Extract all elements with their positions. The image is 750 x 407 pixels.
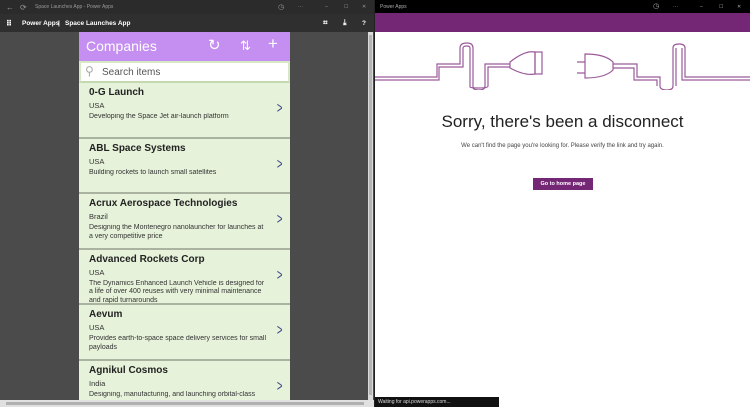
brand: Power Apps: [22, 19, 60, 27]
company-country: USA: [89, 101, 105, 110]
error-heading: Sorry, there's been a disconnect: [441, 112, 684, 131]
search-input[interactable]: ⚲ Search items: [79, 61, 290, 83]
brand-bar: [375, 13, 750, 32]
chevron-right-icon[interactable]: >: [277, 267, 283, 285]
window-title: Power Apps: [380, 4, 407, 10]
refresh-icon[interactable]: ⟳: [20, 3, 27, 12]
company-name: Advanced Rockets Corp: [89, 253, 205, 265]
company-name: Acrux Aerospace Technologies: [89, 198, 238, 209]
app-name: Space Launches App: [65, 19, 131, 27]
window-title: Space Launches App - Power Apps: [35, 4, 114, 10]
list-item[interactable]: 0-G Launch USA Developing the Space Jet …: [79, 83, 290, 139]
list-item[interactable]: Aevum USA Provides earth-to-space space …: [79, 305, 290, 361]
company-country: USA: [89, 267, 105, 277]
chevron-right-icon[interactable]: >: [277, 156, 283, 174]
header: Companies ↻ ⇅ +: [79, 32, 290, 61]
company-description: Designing, manufacturing, and launching …: [89, 390, 256, 398]
list-item[interactable]: Agnikul Cosmos India Designing, manufact…: [79, 361, 290, 401]
left-window: ← ⟳ Space Launches App - Power Apps ◷ ··…: [0, 0, 374, 407]
maximize-button[interactable]: ☐: [344, 4, 348, 10]
status-bar: Waiting for api.powerapps.com...: [375, 397, 499, 407]
company-name: Aevum: [89, 309, 123, 320]
timer-icon[interactable]: ◷: [278, 3, 284, 11]
title-bar: ← ⟳ Space Launches App - Power Apps ◷ ··…: [0, 0, 374, 14]
title-bar: Power Apps ◷ ··· – ☐ ✕: [375, 0, 750, 13]
chevron-right-icon[interactable]: >: [277, 211, 283, 229]
list-item[interactable]: Acrux Aerospace Technologies Brazil Desi…: [79, 194, 290, 250]
companies-screen: Companies ↻ ⇅ + ⚲ Search items 0-G Launc…: [79, 32, 290, 400]
fit-screen-icon[interactable]: ⌗: [323, 18, 328, 28]
company-list: 0-G Launch USA Developing the Space Jet …: [79, 83, 290, 400]
search-placeholder: Search items: [102, 67, 161, 78]
company-country: USA: [89, 156, 105, 166]
minimize-button[interactable]: –: [325, 4, 328, 10]
company-description: Designing the Montenegro nanolauncher fo…: [89, 224, 264, 240]
list-item[interactable]: ABL Space Systems USA Building rockets t…: [79, 139, 290, 194]
app-bar: ⠿ Power Apps | Space Launches App ⌗ ⤓ ?: [0, 14, 374, 32]
close-button[interactable]: ✕: [362, 4, 366, 10]
chevron-right-icon[interactable]: >: [277, 378, 283, 396]
company-name: ABL Space Systems: [89, 142, 186, 154]
more-icon[interactable]: ···: [673, 4, 678, 10]
close-button[interactable]: ✕: [737, 4, 741, 10]
timer-icon[interactable]: ◷: [653, 2, 659, 10]
refresh-icon[interactable]: ↻: [208, 36, 221, 54]
page-title: Companies: [86, 38, 157, 54]
add-icon[interactable]: +: [268, 34, 278, 54]
company-description: Building rockets to launch small satelli…: [89, 168, 217, 176]
separator: |: [58, 19, 60, 27]
chevron-right-icon[interactable]: >: [277, 322, 283, 340]
error-message: We can't find the page you're looking fo…: [461, 143, 664, 149]
download-icon[interactable]: ⤓: [343, 18, 347, 28]
company-description: Provides earth-to-space space delivery s…: [89, 335, 267, 351]
horizontal-scrollbar[interactable]: [0, 400, 374, 407]
list-item[interactable]: Advanced Rockets Corp USA The Dynamics E…: [79, 250, 290, 305]
sort-icon[interactable]: ⇅: [240, 38, 251, 54]
go-home-button[interactable]: Go to home page: [533, 178, 593, 190]
company-country: Brazil: [89, 212, 108, 221]
company-country: USA: [89, 323, 105, 332]
help-icon[interactable]: ?: [362, 20, 366, 27]
minimize-button[interactable]: –: [700, 4, 703, 10]
search-icon: ⚲: [85, 64, 94, 78]
company-description: Developing the Space Jet air-launch plat…: [89, 113, 229, 120]
right-window: Power Apps ◷ ··· – ☐ ✕ Sorry, there's be…: [375, 0, 750, 407]
unplugged-cable-illustration: [375, 42, 750, 90]
waffle-icon[interactable]: ⠿: [6, 19, 12, 28]
company-name: 0-G Launch: [89, 87, 145, 98]
maximize-button[interactable]: ☐: [719, 4, 723, 10]
vertical-scrollbar[interactable]: [368, 32, 373, 400]
chevron-right-icon[interactable]: >: [277, 100, 283, 118]
company-country: India: [89, 378, 106, 388]
more-icon[interactable]: ···: [298, 4, 303, 10]
company-description: The Dynamics Enhanced Launch Vehicle is …: [89, 279, 265, 304]
company-name: Agnikul Cosmos: [89, 364, 168, 376]
back-icon[interactable]: ←: [6, 3, 14, 12]
